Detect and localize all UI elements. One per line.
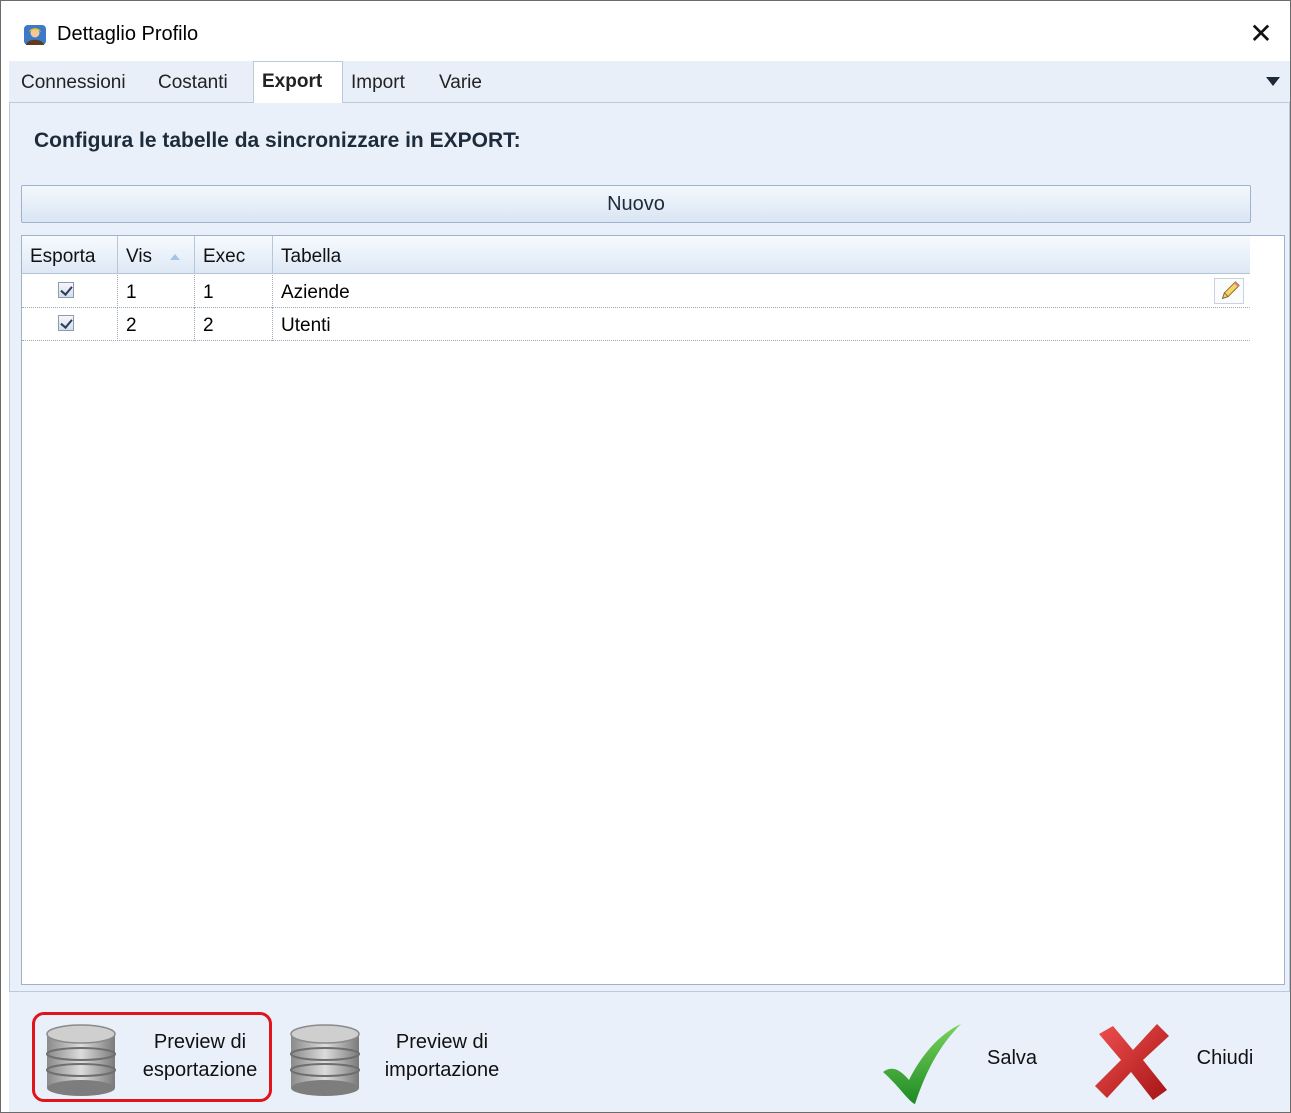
close-label: Chiudi (1196, 1047, 1254, 1069)
tab-export[interactable]: Export (253, 61, 343, 104)
grid-header: Esporta Vis Exec Tabella (22, 236, 1250, 274)
esporta-checkbox[interactable] (58, 282, 74, 298)
tab-costanti[interactable]: Costanti (158, 69, 228, 103)
save-label: Salva (987, 1047, 1038, 1069)
esporta-cell (22, 308, 118, 341)
esporta-cell (22, 275, 118, 308)
exec-cell: 2 (195, 308, 273, 341)
tab-import[interactable]: Import (351, 69, 405, 103)
database-icon (290, 1024, 360, 1096)
panel-heading: Configura le tabelle da sincronizzare in… (34, 129, 521, 152)
tabella-cell: Aziende (273, 275, 1250, 308)
tabella-name: Aziende (281, 282, 350, 303)
column-header-vis-label: Vis (126, 246, 153, 267)
preview-import-button[interactable]: Preview di importazione (283, 1016, 513, 1100)
tables-grid: Esporta Vis Exec Tabella 1 1 Aziende 2 2… (21, 235, 1285, 985)
tab-connessioni[interactable]: Connessioni (21, 69, 126, 103)
checkmark-icon (883, 1024, 961, 1104)
chevron-down-icon[interactable] (1264, 73, 1282, 91)
preview-export-line2: esportazione (142, 1059, 258, 1081)
export-panel: Configura le tabelle da sincronizzare in… (9, 103, 1290, 991)
column-header-tabella[interactable]: Tabella (273, 236, 1250, 274)
column-header-esporta[interactable]: Esporta (22, 236, 118, 274)
tab-strip: Connessioni Costanti Export Import Varie (9, 61, 1290, 104)
cross-icon (1095, 1024, 1169, 1100)
pencil-icon[interactable] (1214, 278, 1244, 304)
close-button[interactable]: Chiudi (1089, 1016, 1265, 1106)
preview-import-line1: Preview di (395, 1031, 489, 1053)
tabella-name: Utenti (281, 315, 331, 336)
sort-ascending-icon (170, 254, 180, 260)
new-button[interactable]: Nuovo (21, 185, 1251, 223)
column-header-exec[interactable]: Exec (195, 236, 273, 274)
preview-export-line1: Preview di (153, 1031, 247, 1053)
preview-import-line2: importazione (384, 1059, 500, 1081)
database-icon (46, 1024, 116, 1096)
table-row[interactable]: 1 1 Aziende (22, 275, 1250, 308)
window-title: Dettaglio Profilo (57, 23, 199, 45)
footer-toolbar: Preview di esportazione Preview di impor… (9, 991, 1290, 1112)
column-header-vis[interactable]: Vis (118, 236, 195, 274)
table-row[interactable]: 2 2 Utenti (22, 308, 1250, 341)
save-button[interactable]: Salva (875, 1016, 1045, 1106)
esporta-checkbox[interactable] (58, 315, 74, 331)
close-icon[interactable]: ✕ (1238, 13, 1284, 53)
vis-cell: 1 (118, 275, 195, 308)
tab-varie[interactable]: Varie (439, 69, 482, 103)
dialog-window: Dettaglio Profilo ✕ Connessioni Costanti… (0, 0, 1291, 1113)
preview-export-button[interactable]: Preview di esportazione (39, 1016, 269, 1100)
title-bar: Dettaglio Profilo ✕ (1, 1, 1290, 61)
app-profile-icon (24, 25, 46, 45)
exec-cell: 1 (195, 275, 273, 308)
tabella-cell: Utenti (273, 308, 1250, 341)
vis-cell: 2 (118, 308, 195, 341)
